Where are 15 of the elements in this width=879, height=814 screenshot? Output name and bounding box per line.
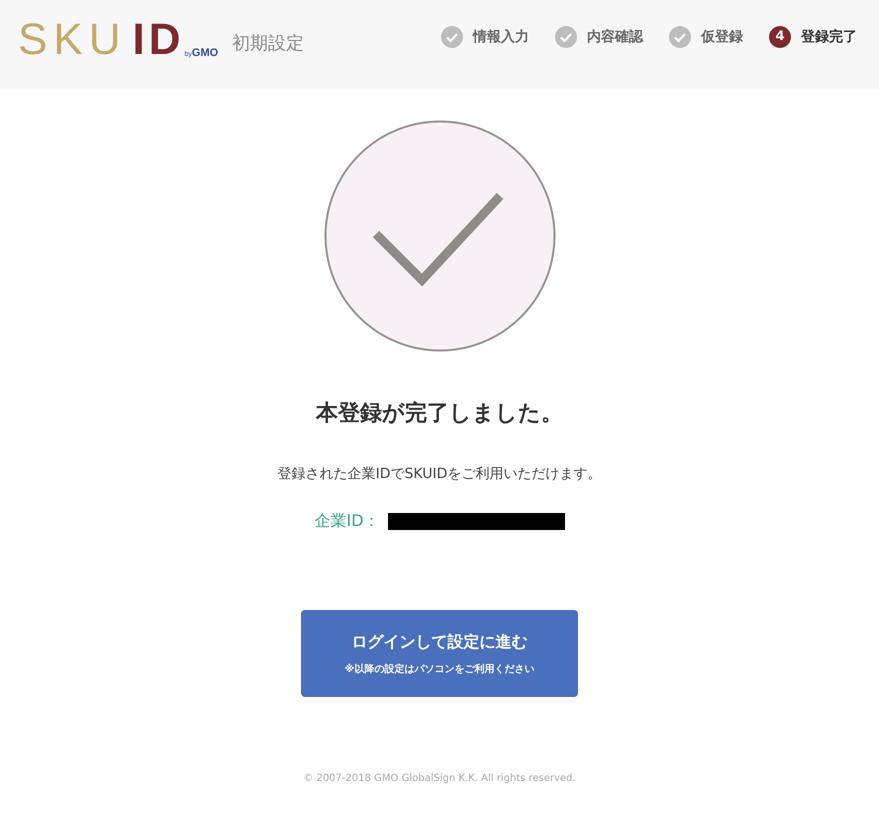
company-id-label: 企業ID： — [314, 510, 380, 532]
logo-text: GMO — [192, 46, 218, 60]
step-label: 情報入力 — [473, 28, 529, 46]
login-button[interactable]: ログインして設定に進む ※以降の設定はパソコンをご利用ください — [301, 610, 578, 697]
step-number: 4 — [769, 26, 791, 48]
logo-text: SKU — [18, 18, 126, 62]
page-title: 初期設定 — [232, 32, 304, 56]
success-heading: 本登録が完了しました。 — [316, 400, 563, 428]
step-label: 登録完了 — [801, 28, 857, 46]
copyright-text: © 2007-2018 GMO GlobalSign K.K. All rights reserved. — [303, 772, 576, 786]
checkmark-circle-icon — [324, 120, 556, 352]
step-label: 仮登録 — [701, 28, 743, 46]
logo-text: ID — [132, 18, 184, 62]
step-label: 内容確認 — [587, 28, 643, 46]
info-text: 登録された企業IDでSKUIDをご利用いただけます。 — [278, 465, 602, 484]
